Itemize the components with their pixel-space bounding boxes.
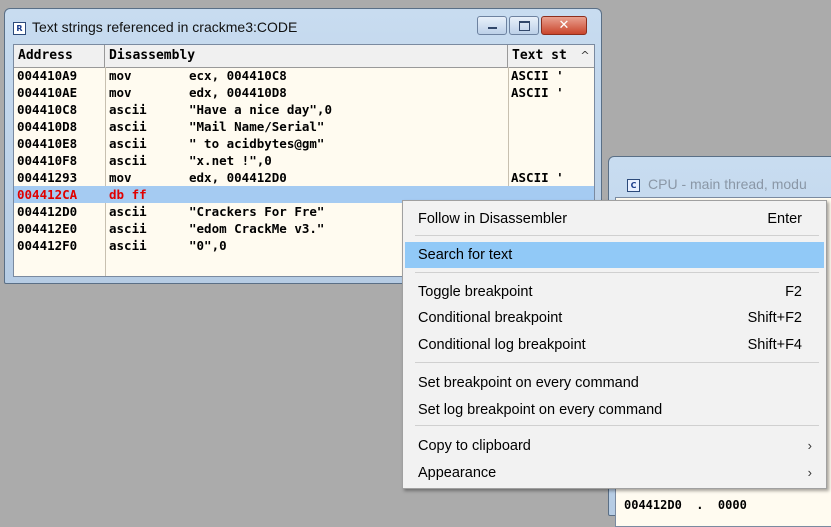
operand-cell: "Mail Name/Serial" xyxy=(189,119,325,134)
address-cell: 004410AE xyxy=(17,85,78,100)
mnemonic-cell: mov xyxy=(109,170,132,185)
menu-item-appearance[interactable]: Appearance › xyxy=(405,460,824,486)
mnemonic-cell: ascii xyxy=(109,102,147,117)
menu-item-set-breakpoint-on-every-command[interactable]: Set breakpoint on every command xyxy=(405,370,824,396)
address-cell: 00441293 xyxy=(17,170,78,185)
minimize-button[interactable] xyxy=(477,16,507,35)
mnemonic-cell: db ff xyxy=(109,187,147,202)
address-cell: 004410E8 xyxy=(17,136,78,151)
menu-separator xyxy=(415,425,819,426)
table-row[interactable]: 004410F8 ascii "x.net !",0 xyxy=(14,152,594,169)
scroll-up-icon[interactable]: ^ xyxy=(578,47,592,65)
menu-item-label: Appearance xyxy=(418,465,497,481)
text-cell: ASCII ' xyxy=(511,85,564,100)
address-cell: 004412CA xyxy=(17,187,78,202)
operand-cell: "0",0 xyxy=(189,238,227,253)
table-header: Address Disassembly Text st xyxy=(14,45,594,68)
operand-cell: edx, 004412D0 xyxy=(189,170,287,185)
close-icon: ✕ xyxy=(558,18,570,33)
text-cell: ASCII ' xyxy=(511,68,564,83)
menu-item-label: Copy to clipboard xyxy=(418,438,531,454)
mnemonic-cell: ascii xyxy=(109,136,147,151)
menu-item-shortcut: Enter xyxy=(767,211,802,227)
menu-item-shortcut: F2 xyxy=(785,284,802,300)
cpu-app-icon: C xyxy=(627,179,640,192)
operand-cell: " to acidbytes@gm" xyxy=(189,136,325,151)
menu-item-set-log-breakpoint-on-every-command[interactable]: Set log breakpoint on every command xyxy=(405,397,824,423)
window-title: Text strings referenced in crackme3:CODE xyxy=(32,19,298,35)
menu-item-toggle-breakpoint[interactable]: Toggle breakpoint F2 xyxy=(405,279,824,305)
mnemonic-cell: ascii xyxy=(109,221,147,236)
table-row[interactable]: 00441293 mov edx, 004412D0 ASCII ' xyxy=(14,169,594,186)
operand-cell: "Crackers For Fre" xyxy=(189,204,325,219)
column-header-address[interactable]: Address xyxy=(14,45,105,67)
table-row[interactable]: 004410A9 mov ecx, 004410C8 ASCII ' xyxy=(14,67,594,84)
menu-item-conditional-breakpoint[interactable]: Conditional breakpoint Shift+F2 xyxy=(405,305,824,331)
table-row[interactable]: 004410D8 ascii "Mail Name/Serial" xyxy=(14,118,594,135)
address-cell: 004412E0 xyxy=(17,221,78,236)
menu-item-label: Set log breakpoint on every command xyxy=(418,402,663,418)
maximize-icon xyxy=(519,21,530,31)
title-bar[interactable]: R Text strings referenced in crackme3:CO… xyxy=(5,9,601,43)
operand-cell: ecx, 004410C8 xyxy=(189,68,287,83)
mnemonic-cell: ascii xyxy=(109,119,147,134)
address-cell: 004412D0 xyxy=(17,204,78,219)
table-row[interactable]: 004410C8 ascii "Have a nice day",0 xyxy=(14,101,594,118)
cpu-window-title: CPU - main thread, modu xyxy=(648,176,807,192)
text-cell: ASCII ' xyxy=(511,170,564,185)
menu-item-label: Follow in Disassembler xyxy=(418,211,568,227)
table-row[interactable]: 004410AE mov edx, 004410D8 ASCII ' xyxy=(14,84,594,101)
menu-separator xyxy=(415,235,819,236)
menu-item-label: Conditional log breakpoint xyxy=(418,337,586,353)
address-cell: 004410A9 xyxy=(17,68,78,83)
menu-item-label: Set breakpoint on every command xyxy=(418,375,639,391)
minimize-icon xyxy=(488,27,497,29)
column-header-disassembly[interactable]: Disassembly xyxy=(105,45,508,67)
column-header-text[interactable]: Text st xyxy=(508,45,588,67)
menu-item-label: Search for text xyxy=(418,247,513,263)
menu-item-shortcut: Shift+F4 xyxy=(747,337,802,353)
operand-cell: "edom CrackMe v3." xyxy=(189,221,325,236)
menu-item-copy-to-clipboard[interactable]: Copy to clipboard › xyxy=(405,433,824,459)
app-icon: R xyxy=(13,22,26,35)
mnemonic-cell: mov xyxy=(109,85,132,100)
menu-item-search-for-text[interactable]: Search for text xyxy=(405,242,824,268)
table-row[interactable]: 004410E8 ascii " to acidbytes@gm" xyxy=(14,135,594,152)
menu-item-shortcut: Shift+F2 xyxy=(747,310,802,326)
operand-cell: "x.net !",0 xyxy=(189,153,272,168)
address-cell: 004412F0 xyxy=(17,238,78,253)
mnemonic-cell: ascii xyxy=(109,238,147,253)
maximize-button[interactable] xyxy=(509,16,539,35)
menu-separator xyxy=(415,272,819,273)
menu-separator xyxy=(415,362,819,363)
close-button[interactable]: ✕ xyxy=(541,16,587,35)
menu-item-label: Conditional breakpoint xyxy=(418,310,563,326)
mnemonic-cell: mov xyxy=(109,68,132,83)
menu-item-label: Toggle breakpoint xyxy=(418,284,533,300)
submenu-arrow-icon: › xyxy=(807,438,812,453)
mnemonic-cell: ascii xyxy=(109,153,147,168)
operand-cell: edx, 004410D8 xyxy=(189,85,287,100)
submenu-arrow-icon: › xyxy=(807,465,812,480)
menu-item-follow-in-disassembler[interactable]: Follow in Disassembler Enter xyxy=(405,206,824,232)
address-cell: 004410C8 xyxy=(17,102,78,117)
address-cell: 004410D8 xyxy=(17,119,78,134)
mnemonic-cell: ascii xyxy=(109,204,147,219)
operand-cell: "Have a nice day",0 xyxy=(189,102,332,117)
context-menu: Follow in Disassembler Enter Search for te… xyxy=(402,200,827,489)
address-cell: 004410F8 xyxy=(17,153,78,168)
menu-item-conditional-log-breakpoint[interactable]: Conditional log breakpoint Shift+F4 xyxy=(405,332,824,358)
cpu-bottom-row: 004412D0 . 0000 xyxy=(624,498,747,512)
